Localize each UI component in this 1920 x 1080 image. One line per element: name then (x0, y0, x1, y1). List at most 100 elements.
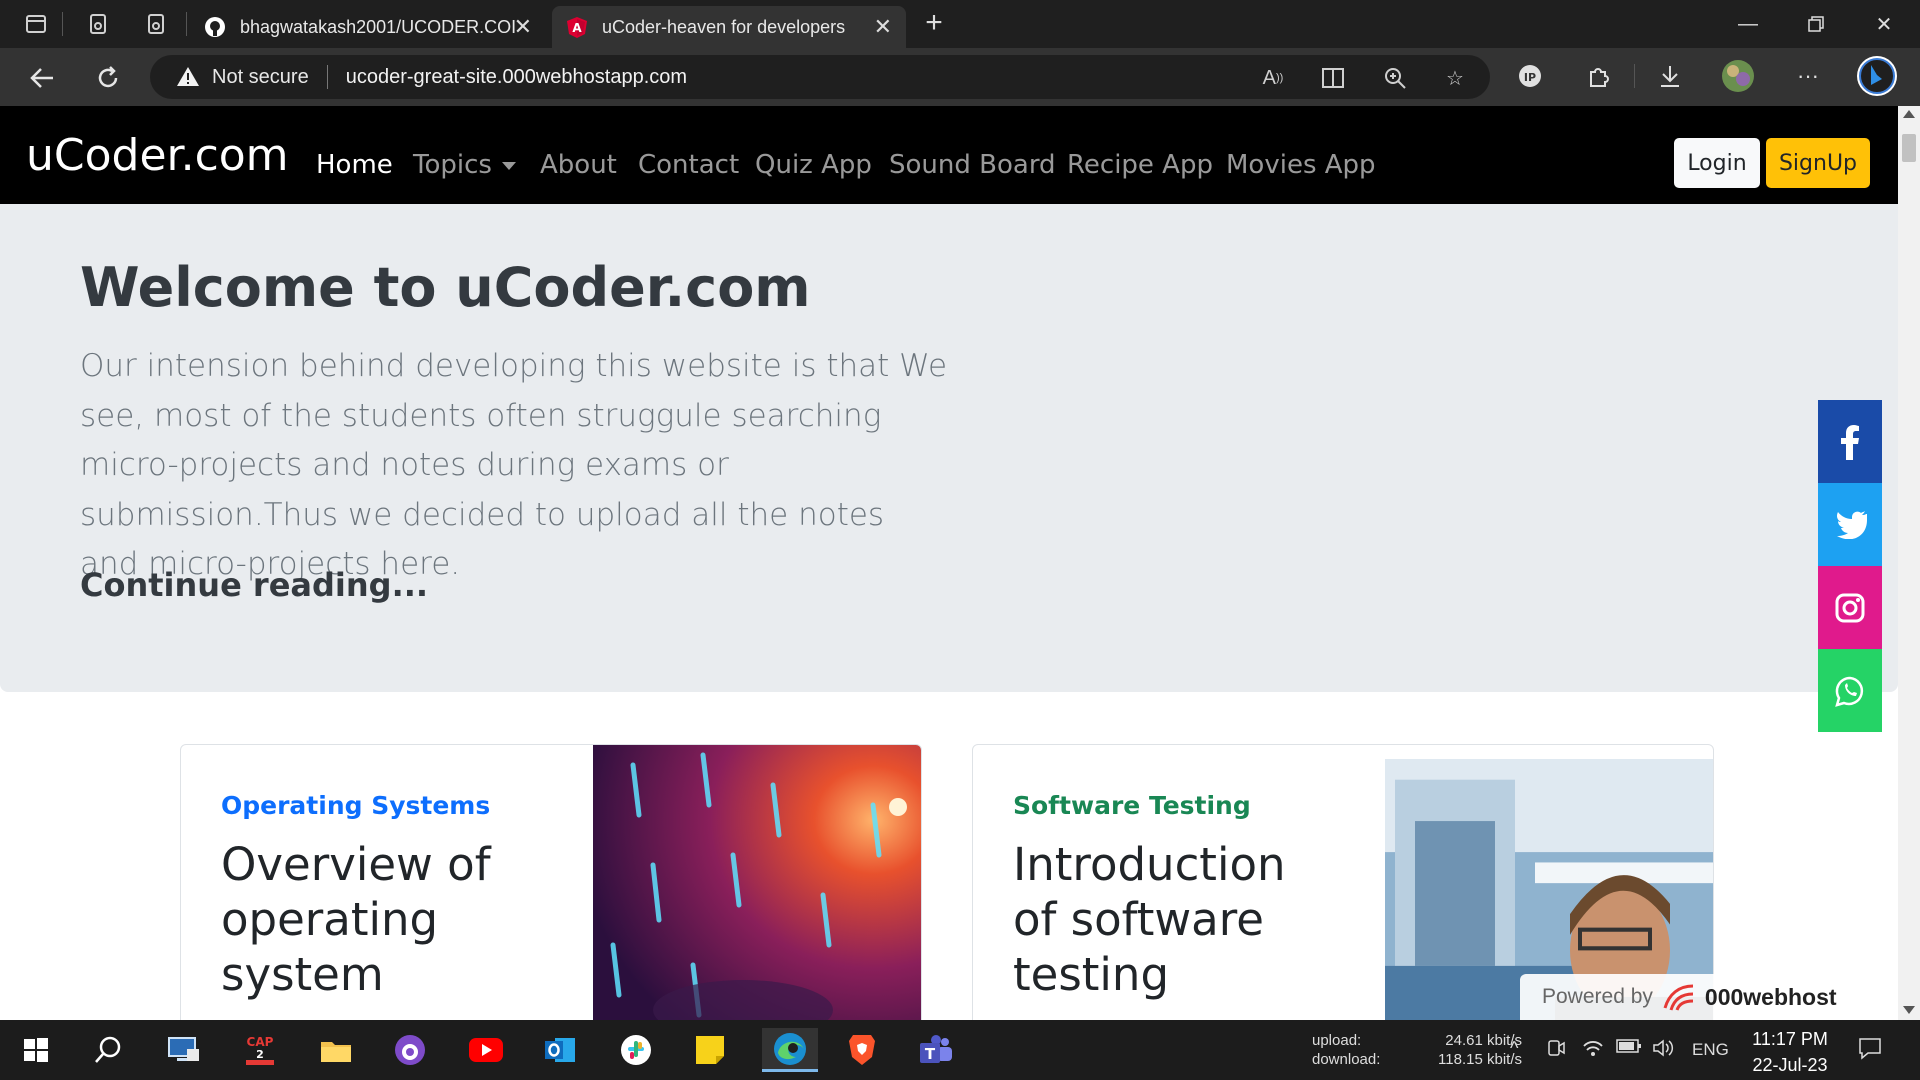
nav-topics[interactable]: Topics (413, 150, 516, 180)
upload-value: 24.61 kbit/s (1445, 1032, 1522, 1049)
whatsapp-icon (1835, 676, 1864, 707)
immersive-reader-icon[interactable] (1320, 65, 1346, 91)
tab-ucoder[interactable]: A uCoder-heaven for developers ✕ (552, 6, 906, 48)
meet-now-icon[interactable] (1546, 1038, 1566, 1063)
github-icon (204, 16, 226, 38)
security-label[interactable]: Not secure (212, 66, 309, 89)
card-title[interactable]: Introduction of software testing (1013, 837, 1333, 1002)
whatsapp-share-button[interactable] (1818, 649, 1882, 732)
search-icon[interactable] (84, 1028, 132, 1072)
card-category[interactable]: Software Testing (1013, 791, 1251, 820)
toolbar-separator (1634, 64, 1635, 88)
powered-by-badge[interactable]: Powered by 000webhost (1520, 974, 1858, 1020)
read-aloud-icon[interactable]: A)) (1260, 65, 1286, 91)
browser-tab-bar: bhagwatakash2001/UCODER.COI ✕ A uCoder-h… (0, 0, 1920, 48)
nav-home[interactable]: Home (316, 150, 393, 180)
close-tab-icon[interactable]: ✕ (874, 14, 892, 40)
tab-title: uCoder-heaven for developers (602, 16, 846, 37)
svg-text:2: 2 (256, 1048, 264, 1061)
card-operating-systems[interactable]: Operating Systems Overview of operating … (180, 744, 922, 1020)
volume-icon[interactable] (1652, 1038, 1674, 1063)
sticky-notes-icon[interactable] (686, 1028, 734, 1072)
nav-sound-board[interactable]: Sound Board (889, 150, 1056, 180)
welcome-jumbotron: Welcome to uCoder.com Our intension behi… (0, 204, 1898, 692)
chevron-up-icon[interactable]: ^ (1510, 1038, 1518, 1059)
new-tab-button[interactable]: + (918, 8, 950, 40)
downloads-icon[interactable] (1652, 58, 1688, 94)
svg-text:T: T (925, 1045, 936, 1063)
refresh-icon[interactable] (90, 60, 126, 96)
ip-extension-icon[interactable]: IP (1512, 58, 1548, 94)
extensions-icon[interactable] (1580, 58, 1616, 94)
youtube-icon[interactable] (462, 1028, 510, 1072)
restore-icon[interactable] (1782, 0, 1850, 48)
clock-date: 22-Jul-23 (1752, 1055, 1828, 1075)
close-tab-icon[interactable]: ✕ (514, 14, 532, 40)
nav-movies-app[interactable]: Movies App (1226, 150, 1376, 180)
tab-actions-icon[interactable] (22, 10, 50, 38)
welcome-text: Our intension behind developing this web… (80, 348, 948, 582)
capcut-icon[interactable]: CAP 2 (236, 1028, 284, 1072)
card-title[interactable]: Overview of operating system (221, 837, 541, 1002)
warning-icon[interactable] (176, 65, 200, 89)
close-window-icon[interactable]: ✕ (1850, 0, 1918, 48)
angular-icon: A (566, 16, 588, 38)
download-value: 118.15 kbit/s (1438, 1051, 1522, 1068)
upload-label: upload: (1312, 1032, 1362, 1049)
profile-avatar[interactable] (1720, 58, 1756, 94)
powered-by-label: Powered by (1542, 985, 1653, 1008)
battery-icon[interactable] (1616, 1038, 1642, 1059)
bing-icon[interactable] (1856, 55, 1898, 97)
page-scrollbar[interactable] (1898, 106, 1920, 1020)
start-icon[interactable] (12, 1028, 60, 1072)
download-label: download: (1312, 1051, 1381, 1068)
notifications-icon[interactable] (1858, 1036, 1882, 1065)
browser-toolbar: Not secure ucoder-great-site.000webhosta… (0, 48, 1920, 106)
clock-time: 11:17 PM (1752, 1029, 1828, 1049)
outlook-icon[interactable] (536, 1028, 584, 1072)
wifi-icon[interactable] (1582, 1038, 1604, 1063)
nav-recipe-app[interactable]: Recipe App (1067, 150, 1213, 180)
brand-logo[interactable]: uCoder.com (26, 130, 289, 181)
windows-taskbar: CAP 2 T upload: download: 24.61 kbit/s 11… (0, 1020, 1920, 1080)
language-indicator[interactable]: ENG (1692, 1040, 1729, 1060)
teams-icon[interactable]: T (912, 1028, 960, 1072)
tor-icon[interactable] (386, 1028, 434, 1072)
nav-contact[interactable]: Contact (638, 150, 739, 180)
scrollbar-thumb[interactable] (1902, 134, 1916, 162)
zoom-icon[interactable] (1382, 65, 1408, 91)
workspace-icon-2[interactable] (142, 10, 170, 38)
instagram-share-button[interactable] (1818, 566, 1882, 649)
chevron-down-icon (501, 161, 516, 170)
address-bar[interactable]: Not secure ucoder-great-site.000webhosta… (150, 55, 1490, 99)
more-options-icon[interactable]: ··· (1790, 58, 1826, 94)
powered-by-brand: 000webhost (1704, 983, 1837, 1010)
workspace-icon[interactable] (84, 10, 112, 38)
minimize-icon[interactable]: — (1714, 0, 1782, 48)
slack-icon[interactable] (612, 1028, 660, 1072)
favorite-star-icon[interactable]: ☆ (1442, 65, 1468, 91)
login-button[interactable]: Login (1674, 138, 1760, 188)
back-arrow-icon[interactable] (24, 60, 60, 96)
edge-icon[interactable] (762, 1028, 818, 1072)
continue-reading-link[interactable]: Continue reading... (80, 566, 428, 604)
nav-quiz-app[interactable]: Quiz App (755, 150, 872, 180)
tab-github[interactable]: bhagwatakash2001/UCODER.COI ✕ (190, 6, 546, 48)
scroll-down-arrow-icon[interactable] (1903, 1006, 1915, 1014)
url-text[interactable]: ucoder-great-site.000webhostapp.com (346, 66, 687, 89)
file-explorer-icon[interactable] (312, 1028, 360, 1072)
signup-button[interactable]: SignUp (1766, 138, 1870, 188)
system-clock[interactable]: 11:17 PM 22-Jul-23 (1742, 1026, 1838, 1078)
webhost-logo-icon (1663, 984, 1693, 1011)
brave-icon[interactable] (838, 1028, 886, 1072)
nav-about[interactable]: About (540, 150, 617, 180)
remote-desktop-icon[interactable] (160, 1028, 208, 1072)
site-navbar: uCoder.com Home Topics About Contact Qui… (0, 106, 1898, 204)
card-category[interactable]: Operating Systems (221, 791, 490, 820)
facebook-share-button[interactable] (1818, 400, 1882, 483)
svg-text:A: A (572, 21, 582, 35)
omnibox-divider (326, 65, 328, 89)
scroll-up-arrow-icon[interactable] (1903, 110, 1915, 118)
twitter-share-button[interactable] (1818, 483, 1882, 566)
twitter-icon (1837, 510, 1867, 539)
